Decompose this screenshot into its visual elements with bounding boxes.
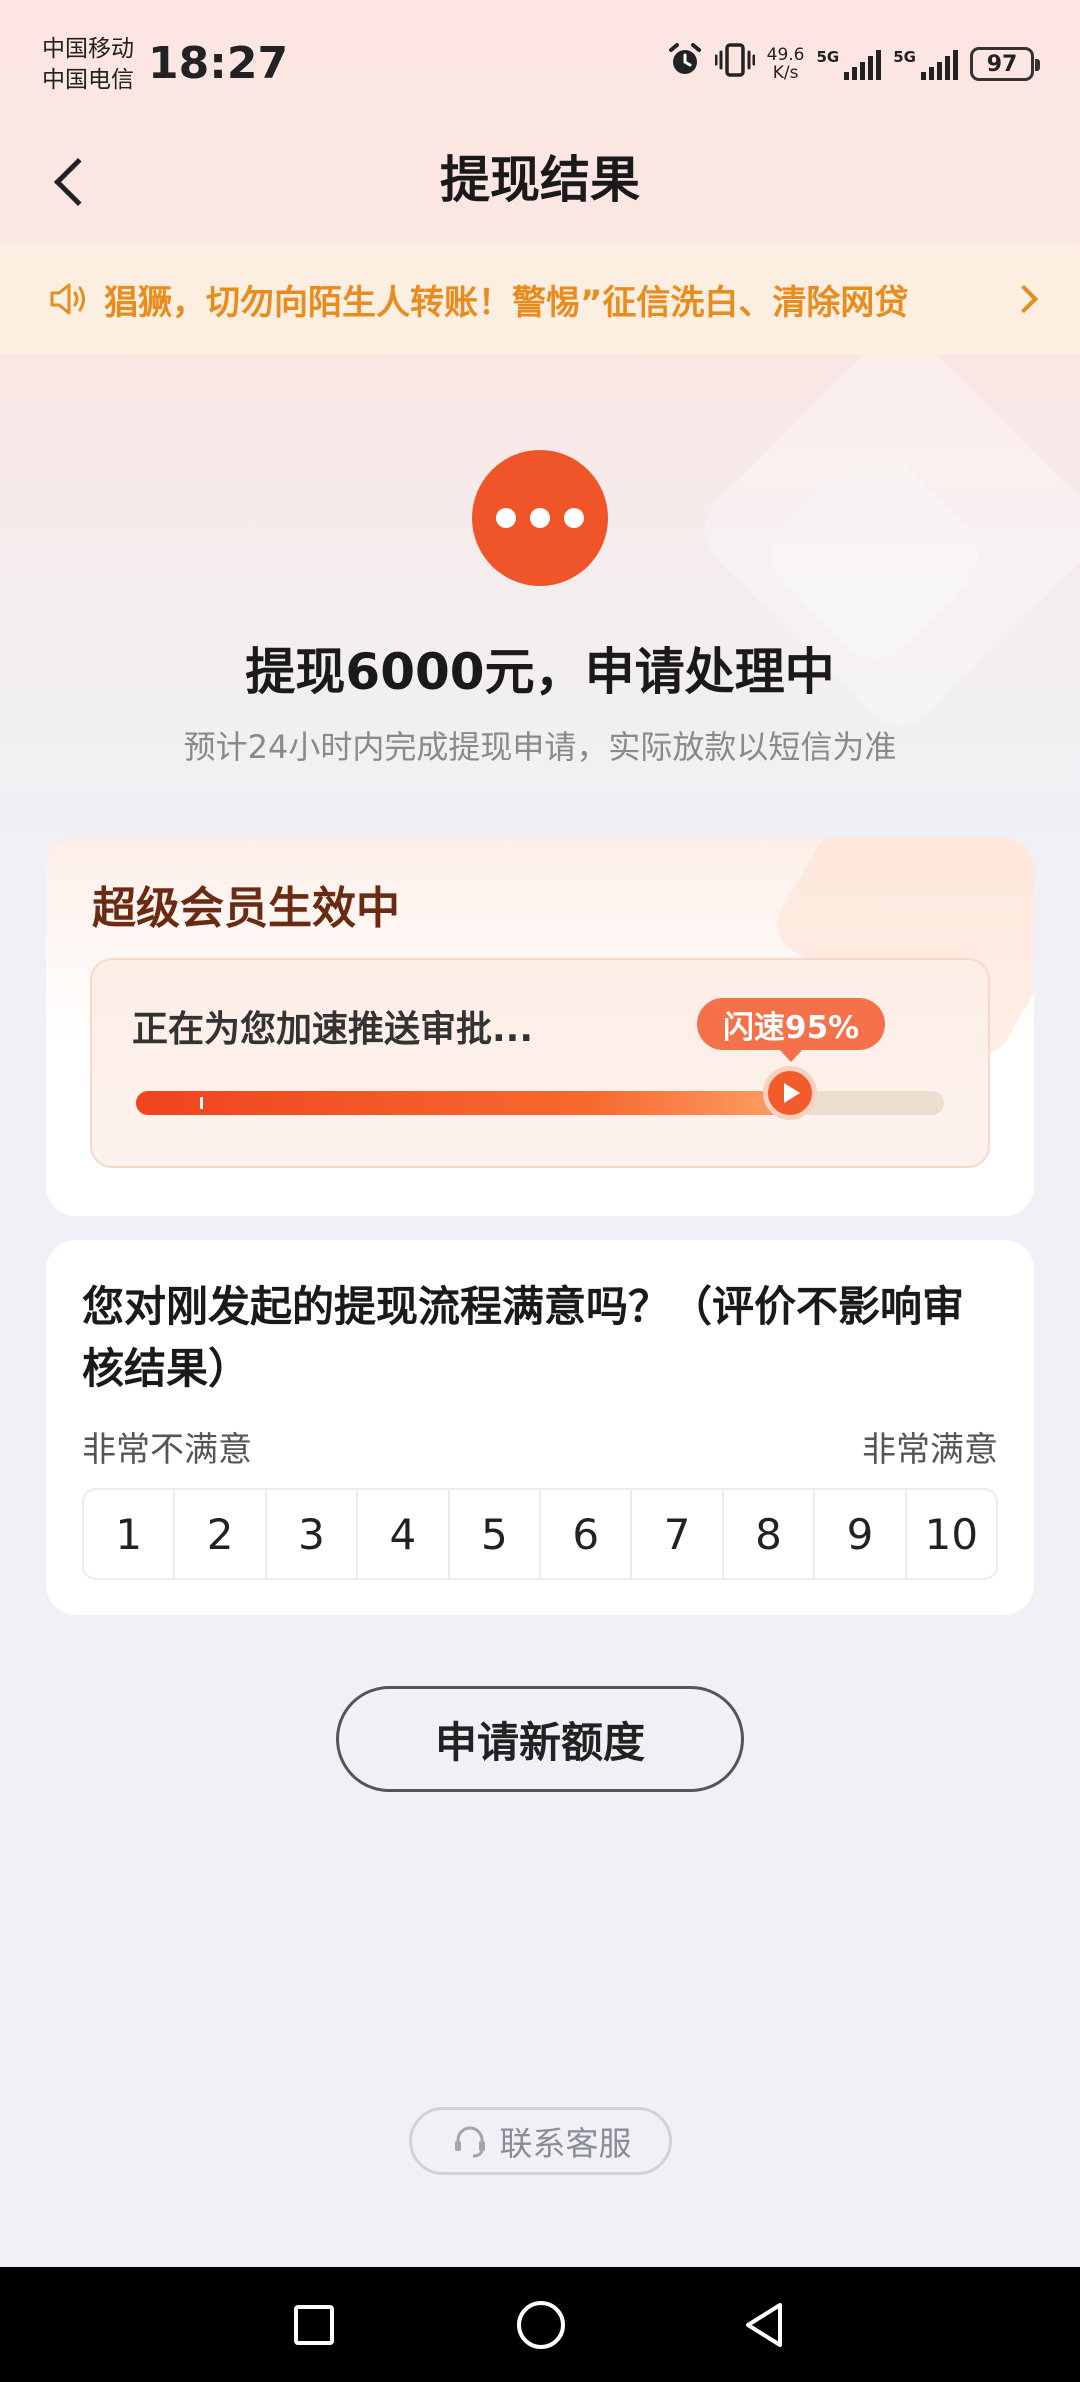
back-triangle-icon[interactable] (742, 2301, 788, 2349)
result-subtitle: 预计24小时内完成提现申请，实际放款以短信为准 (183, 728, 897, 766)
pending-dots-icon (472, 450, 608, 586)
survey-question: 您对刚发起的提现流程满意吗？（评价不影响审核结果） (82, 1282, 965, 1393)
rating-option-2[interactable]: 2 (175, 1490, 267, 1578)
result-title: 提现6000元，申请处理中 (245, 643, 835, 701)
signal-2-tag: 5G (893, 48, 916, 66)
carrier-names: 中国移动 中国电信 (42, 34, 134, 96)
vibrate-icon (714, 42, 756, 86)
member-title: 超级会员生效中 (92, 883, 400, 934)
member-card: 超级会员生效中 正在为您加速推送审批... 闪速95% (46, 838, 1034, 1216)
progress-tick (200, 1097, 203, 1109)
progress-label: 正在为您加速推送审批... (132, 1009, 534, 1050)
survey-card: 您对刚发起的提现流程满意吗？（评价不影响审核结果） 非常不满意 非常满意 1 2… (46, 1240, 1034, 1615)
contact-support-button[interactable]: 联系客服 (409, 2107, 672, 2175)
status-time: 18:27 (148, 38, 289, 89)
signal-icon: 5G (817, 48, 882, 80)
carrier-1: 中国移动 (42, 36, 134, 62)
signal-icon-2: 5G (893, 48, 958, 80)
progress-track (136, 1091, 944, 1115)
battery-icon: 97 (970, 47, 1040, 81)
rating-option-3[interactable]: 3 (267, 1490, 359, 1578)
chevron-right-icon (1009, 284, 1039, 314)
nav-bar: 提现结果 (0, 125, 1080, 240)
progress-fill (136, 1091, 791, 1115)
survey-min-label: 非常不满意 (82, 1430, 252, 1470)
recent-apps-icon[interactable] (294, 2305, 334, 2345)
net-speed-unit: K/s (772, 63, 799, 83)
progress-box: 正在为您加速推送审批... 闪速95% (90, 958, 990, 1168)
signal-1-tag: 5G (816, 48, 840, 66)
status-bar: 中国移动 中国电信 18:27 49.6 K/s 5G 5G 97 (0, 0, 1080, 125)
rating-option-5[interactable]: 5 (450, 1490, 542, 1578)
rating-option-7[interactable]: 7 (632, 1490, 724, 1578)
system-nav-bar (0, 2267, 1080, 2382)
rating-option-6[interactable]: 6 (541, 1490, 633, 1578)
apply-new-limit-button[interactable]: 申请新额度 (336, 1686, 744, 1792)
headset-icon (454, 2126, 485, 2158)
rating-option-8[interactable]: 8 (724, 1490, 816, 1578)
rating-option-4[interactable]: 4 (358, 1490, 450, 1578)
rating-option-10[interactable]: 10 (907, 1490, 996, 1578)
alarm-icon (667, 42, 703, 86)
page-title: 提现结果 (440, 151, 640, 209)
contact-support-label: 联系客服 (499, 2124, 632, 2163)
notice-banner[interactable]: 猖獗，切勿向陌生人转账！警惕”征信洗白、清除网贷 (0, 243, 1080, 355)
speed-badge: 闪速95% (697, 998, 886, 1062)
net-speed: 49.6 K/s (767, 46, 805, 82)
speaker-icon (46, 277, 90, 321)
status-icons: 49.6 K/s 5G 5G 97 (667, 42, 1040, 86)
rating-option-1[interactable]: 1 (84, 1490, 176, 1578)
rating-option-9[interactable]: 9 (815, 1490, 907, 1578)
survey-max-label: 非常满意 (862, 1430, 998, 1470)
rating-scale: 1 2 3 4 5 6 7 8 9 10 (82, 1488, 998, 1580)
net-speed-value: 49.6 (766, 45, 805, 65)
carrier-2: 中国电信 (42, 67, 134, 93)
notice-text: 猖獗，切勿向陌生人转账！警惕”征信洗白、清除网贷 (104, 282, 909, 323)
home-icon[interactable] (517, 2301, 565, 2349)
